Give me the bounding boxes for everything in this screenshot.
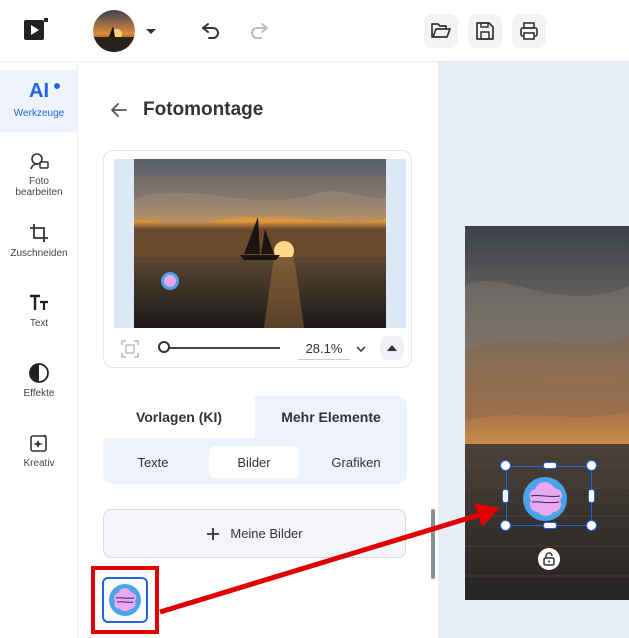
panel-header: Fotomontage	[109, 98, 263, 122]
rail-item-effekte[interactable]: Effekte	[0, 362, 78, 399]
triangle-up-icon	[387, 345, 397, 351]
preview-area	[114, 159, 406, 328]
ai-icon: AI	[29, 80, 49, 102]
print-icon	[520, 22, 538, 40]
undo-icon[interactable]	[199, 18, 223, 42]
uploaded-image-thumbnail[interactable]	[102, 577, 148, 623]
rail-item-label: Kreativ	[23, 458, 55, 469]
subtab-grafiken[interactable]: Grafiken	[309, 446, 403, 478]
preview-image[interactable]	[134, 159, 386, 328]
crop-icon	[30, 224, 48, 242]
open-file-button[interactable]	[424, 14, 458, 48]
rail-item-label: Text	[29, 318, 49, 329]
rail-item-zuschneiden[interactable]: Zuschneiden	[0, 222, 78, 259]
unlock-icon	[543, 552, 555, 566]
collapse-preview-button[interactable]	[380, 336, 404, 360]
tab-vorlagen-ki[interactable]: Vorlagen (KI)	[103, 396, 255, 438]
rail-item-text[interactable]: Text	[0, 292, 78, 329]
rail-item-label: Effekte	[23, 388, 55, 399]
rail-item-foto-bearbeiten[interactable]: Foto bearbeiten	[0, 150, 78, 198]
arrow-left-icon[interactable]	[109, 100, 129, 120]
subtab-texte[interactable]: Texte	[107, 446, 199, 478]
tool-rail: AI Werkzeuge Foto bearbeiten Zuschneiden…	[0, 62, 78, 638]
save-button[interactable]	[468, 14, 502, 48]
preview-card: 28.1%	[103, 150, 412, 368]
effects-icon	[29, 363, 49, 383]
resize-handle-left[interactable]	[502, 489, 509, 503]
rail-item-kreativ[interactable]: Kreativ	[0, 432, 78, 469]
folder-open-icon	[431, 23, 451, 38]
rail-item-werkzeuge[interactable]: AI Werkzeuge	[0, 70, 78, 132]
chevron-down-icon[interactable]	[144, 24, 158, 38]
canvas-image[interactable]	[465, 226, 629, 600]
zoom-value[interactable]: 28.1%	[298, 338, 350, 360]
top-toolbar	[0, 0, 629, 62]
fotomontage-panel: Fotomontage 28.1% Vorlagen (KI) Mehr Ele…	[79, 62, 438, 638]
my-images-button[interactable]: Meine Bilder	[103, 509, 406, 558]
tab-mehr-elemente[interactable]: Mehr Elemente	[255, 396, 407, 438]
zoom-slider-track[interactable]	[160, 347, 280, 349]
subtab-bilder[interactable]: Bilder	[209, 446, 299, 478]
resize-handle-bottom-left[interactable]	[500, 520, 511, 531]
resize-handle-right[interactable]	[588, 489, 595, 503]
rail-item-label: Zuschneiden	[10, 248, 68, 259]
text-icon	[30, 294, 48, 310]
save-icon	[476, 22, 494, 40]
lock-button[interactable]	[538, 548, 560, 570]
resize-handle-bottom[interactable]	[543, 522, 557, 529]
canvas-area	[438, 62, 629, 638]
zoom-slider-handle[interactable]	[158, 341, 170, 353]
rail-item-label: Werkzeuge	[13, 108, 65, 119]
notification-dot	[53, 82, 61, 90]
selection-box[interactable]	[506, 466, 592, 526]
resize-handle-top-left[interactable]	[500, 460, 511, 471]
element-tabs: Vorlagen (KI) Mehr Elemente Texte Bilder…	[103, 396, 407, 484]
chevron-down-icon[interactable]	[354, 342, 368, 356]
resize-handle-bottom-right[interactable]	[586, 520, 597, 531]
annotation-highlight-box	[91, 566, 159, 634]
redo-icon[interactable]	[247, 18, 271, 42]
photo-edit-icon	[30, 153, 49, 170]
page-title: Fotomontage	[143, 99, 264, 120]
resize-handle-top[interactable]	[543, 462, 557, 469]
sticker-image	[109, 584, 141, 616]
plus-icon	[207, 527, 220, 540]
scrollbar[interactable]	[431, 509, 435, 579]
resize-handle-top-right[interactable]	[586, 460, 597, 471]
avatar[interactable]	[93, 10, 135, 52]
rail-item-label: Foto bearbeiten	[15, 176, 63, 198]
creative-icon	[30, 434, 48, 452]
app-logo-icon[interactable]	[22, 16, 50, 44]
print-button[interactable]	[512, 14, 546, 48]
my-images-label: Meine Bilder	[230, 526, 303, 541]
subtabs: Texte Bilder Grafiken	[103, 438, 407, 484]
fit-to-screen-icon[interactable]	[120, 339, 140, 359]
preview-controls: 28.1%	[104, 331, 413, 367]
